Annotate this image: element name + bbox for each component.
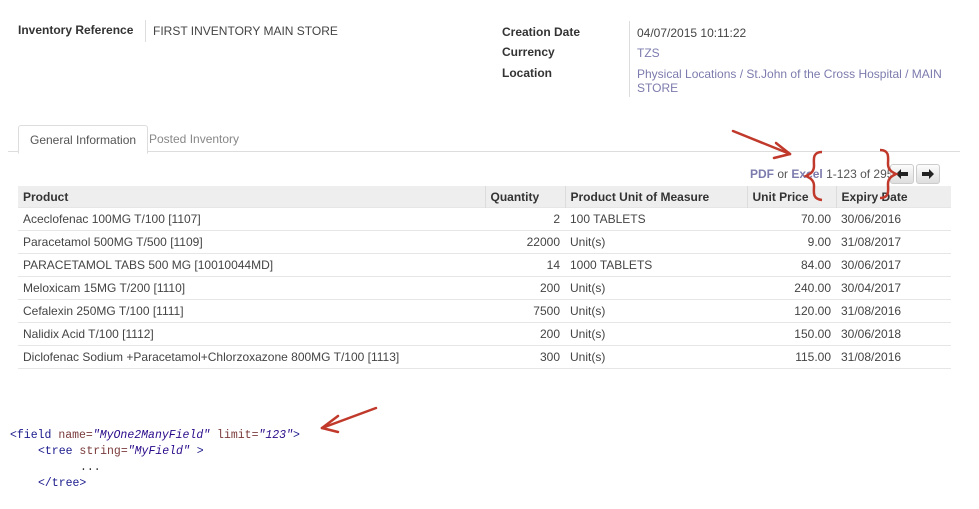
excel-link[interactable]: Excel	[791, 167, 822, 181]
cell-uom: Unit(s)	[565, 299, 747, 323]
table-row[interactable]: Paracetamol 500MG T/500 [1109] 22000 Uni…	[18, 230, 951, 254]
column-header-product[interactable]: Product	[18, 186, 485, 208]
tab-posted-inventory[interactable]: Posted Inventory	[138, 125, 250, 152]
table-row[interactable]: Aceclofenac 100MG T/100 [1107] 2 100 TAB…	[18, 207, 951, 231]
location-line-2: STORE	[637, 81, 679, 95]
location-label: Location	[502, 66, 552, 80]
cell-product: Paracetamol 500MG T/500 [1109]	[18, 230, 485, 254]
table-row[interactable]: Meloxicam 15MG T/200 [1110] 200 Unit(s) …	[18, 276, 951, 300]
export-pager: PDF or Excel 1-123 of 295	[750, 167, 893, 181]
cell-uom: Unit(s)	[565, 230, 747, 254]
annotation-arrow-icon	[320, 406, 378, 434]
cell-uom: 1000 TABLETS	[565, 253, 747, 277]
cell-product: Diclofenac Sodium +Paracetamol+Chlorzoxa…	[18, 345, 485, 369]
code-line-3: ...	[80, 461, 101, 474]
cell-expiry-date: 30/06/2018	[836, 322, 951, 346]
code-line-4: </tree>	[38, 477, 87, 490]
field-separator	[629, 21, 630, 97]
cell-expiry-date: 30/04/2017	[836, 276, 951, 300]
tab-general-information[interactable]: General Information	[18, 125, 149, 154]
code-snippet: <field name="MyOne2ManyField" limit="123…	[10, 428, 300, 492]
cell-quantity: 7500	[485, 299, 565, 323]
cell-uom: Unit(s)	[565, 322, 747, 346]
cell-product: Meloxicam 15MG T/200 [1110]	[18, 276, 485, 300]
table-header-row: Product Quantity Product Unit of Measure…	[18, 186, 951, 208]
pager-previous-button[interactable]	[890, 164, 914, 184]
table-row-truncated	[18, 368, 951, 380]
location-line-1: Physical Locations / St.John of the Cros…	[637, 67, 942, 81]
field-separator	[145, 20, 146, 42]
arrow-right-icon	[922, 169, 934, 179]
code-line-1: <field name="MyOne2ManyField" limit="123…	[10, 429, 300, 442]
inventory-reference-label: Inventory Reference	[18, 23, 134, 37]
cell-unit-price: 84.00	[747, 253, 836, 277]
cell-product: Nalidix Acid T/100 [1112]	[18, 322, 485, 346]
cell-quantity: 14	[485, 253, 565, 277]
cell-uom: Unit(s)	[565, 345, 747, 369]
cell-expiry-date: 31/08/2017	[836, 230, 951, 254]
cell-quantity: 2	[485, 207, 565, 231]
cell-quantity: 22000	[485, 230, 565, 254]
table-row[interactable]: Cefalexin 250MG T/100 [1111] 7500 Unit(s…	[18, 299, 951, 323]
pdf-link[interactable]: PDF	[750, 167, 774, 181]
cell-product: PARACETAMOL TABS 500 MG [10010044MD]	[18, 253, 485, 277]
table-row[interactable]: Diclofenac Sodium +Paracetamol+Chlorzoxa…	[18, 345, 951, 369]
cell-product: Cefalexin 250MG T/100 [1111]	[18, 299, 485, 323]
cell-unit-price: 9.00	[747, 230, 836, 254]
cell-unit-price: 115.00	[747, 345, 836, 369]
currency-label: Currency	[502, 45, 555, 59]
column-header-expiry-date[interactable]: Expiry Date	[835, 186, 951, 208]
pager-next-button[interactable]	[916, 164, 940, 184]
cell-expiry-date: 31/08/2016	[836, 345, 951, 369]
cell-unit-price: 150.00	[747, 322, 836, 346]
inventory-lines-table: Product Quantity Product Unit of Measure…	[18, 186, 951, 380]
cell-expiry-date: 30/06/2017	[836, 253, 951, 277]
currency-link[interactable]: TZS	[637, 46, 660, 60]
creation-date-value: 04/07/2015 10:11:22	[637, 26, 747, 40]
code-line-2: <tree string="MyField" >	[38, 445, 204, 458]
cell-uom: 100 TABLETS	[565, 207, 747, 231]
annotation-arrow-icon	[731, 129, 792, 160]
column-header-unit-price[interactable]: Unit Price	[746, 186, 836, 208]
pager-range[interactable]: 1-123 of 295	[826, 167, 893, 181]
table-row[interactable]: Nalidix Acid T/100 [1112] 200 Unit(s) 15…	[18, 322, 951, 346]
creation-date-label: Creation Date	[502, 25, 581, 39]
cell-unit-price: 70.00	[747, 207, 836, 231]
location-link[interactable]: Physical Locations / St.John of the Cros…	[637, 67, 942, 95]
cell-expiry-date: 31/08/2016	[836, 299, 951, 323]
cell-expiry-date: 30/06/2016	[836, 207, 951, 231]
cell-unit-price: 240.00	[747, 276, 836, 300]
arrow-left-icon	[896, 169, 908, 179]
cell-uom: Unit(s)	[565, 276, 747, 300]
cell-quantity: 300	[485, 345, 565, 369]
or-text: or	[777, 167, 789, 181]
cell-quantity: 200	[485, 276, 565, 300]
cell-quantity: 200	[485, 322, 565, 346]
column-header-uom[interactable]: Product Unit of Measure	[564, 186, 747, 208]
column-header-quantity[interactable]: Quantity	[484, 186, 565, 208]
inventory-reference-value: FIRST INVENTORY MAIN STORE	[153, 24, 338, 38]
table-row[interactable]: PARACETAMOL TABS 500 MG [10010044MD] 14 …	[18, 253, 951, 277]
cell-product: Aceclofenac 100MG T/100 [1107]	[18, 207, 485, 231]
cell-unit-price: 120.00	[747, 299, 836, 323]
